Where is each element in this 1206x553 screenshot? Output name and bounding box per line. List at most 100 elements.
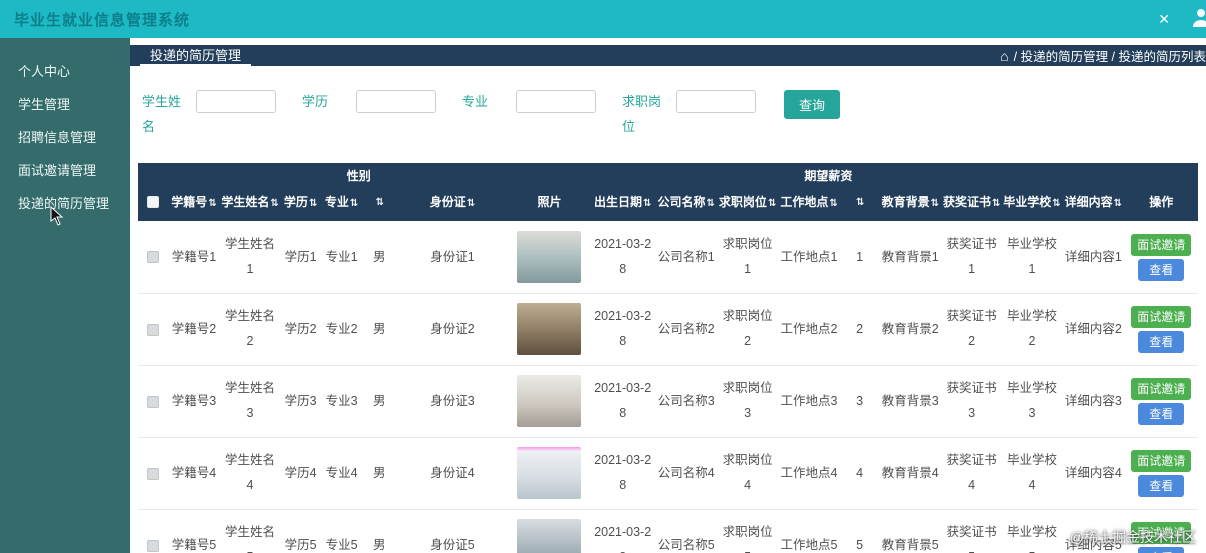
student-photo xyxy=(517,519,582,553)
student-photo xyxy=(517,447,582,500)
cell-education: 学历1 xyxy=(280,221,322,294)
table-header: 性别 期望薪资 学籍号⇅ 学生姓名⇅ 学历⇅ 专业⇅ ⇅ 身份证⇅ 照片 出生日… xyxy=(138,163,1198,222)
cell-gender: 男 xyxy=(362,509,397,553)
sort-icon: ⇅ xyxy=(375,197,384,209)
job-input[interactable] xyxy=(676,90,756,113)
row-checkbox[interactable] xyxy=(147,251,160,264)
view-button[interactable]: 查看 xyxy=(1138,402,1185,425)
col-group-gender: 性别 xyxy=(321,163,397,188)
col-salary-sort[interactable]: ⇅ xyxy=(840,187,880,222)
cell-award: 获奖证书4 xyxy=(941,437,1002,510)
view-button[interactable]: 查看 xyxy=(1138,258,1185,281)
sidebar-item-submitted-resumes[interactable]: 投递的简历管理 xyxy=(0,186,130,219)
cell-student-name: 学生姓名1 xyxy=(219,221,281,294)
major-input[interactable] xyxy=(516,90,596,113)
cell-education: 学历2 xyxy=(280,293,322,366)
col-school[interactable]: 毕业学校⇅ xyxy=(1001,187,1063,222)
table-row: 学籍号2 学生姓名2 学历2 专业2 男 身份证2 2021-03-28 公司名… xyxy=(138,293,1198,366)
cell-photo xyxy=(508,509,591,553)
col-student-name[interactable]: 学生姓名⇅ xyxy=(219,187,281,222)
table-row: 学籍号4 学生姓名4 学历4 专业4 男 身份证4 2021-03-28 公司名… xyxy=(138,437,1198,510)
cell-location: 工作地点5 xyxy=(777,509,841,553)
sidebar-item-personal-center[interactable]: 个人中心 xyxy=(0,54,130,87)
view-button[interactable]: 查看 xyxy=(1138,330,1185,353)
cell-location: 工作地点3 xyxy=(777,365,841,438)
cell-salary: 1 xyxy=(840,221,880,294)
row-checkbox[interactable] xyxy=(147,395,160,408)
row-checkbox[interactable] xyxy=(147,323,160,336)
close-icon[interactable]: ✕ xyxy=(1158,11,1170,28)
education-label: 学历 xyxy=(302,94,329,109)
col-birth-date[interactable]: 出生日期⇅ xyxy=(590,187,655,222)
sidebar-item-interview-invite[interactable]: 面试邀请管理 xyxy=(0,153,130,186)
cell-edu-bg: 教育背景3 xyxy=(879,365,942,438)
student-name-input[interactable] xyxy=(196,90,276,113)
invite-button[interactable]: 面试邀请 xyxy=(1131,449,1192,472)
invite-button[interactable]: 面试邀请 xyxy=(1131,305,1192,328)
sort-icon: ⇅ xyxy=(829,197,838,209)
main-layout: 个人中心 学生管理 招聘信息管理 面试邀请管理 投递的简历管理 投递的简历管理 … xyxy=(0,38,1206,553)
cell-salary: 3 xyxy=(840,365,880,438)
cell-student-no: 学籍号4 xyxy=(168,437,220,510)
cell-edu-bg: 教育背景2 xyxy=(879,293,942,366)
row-checkbox[interactable] xyxy=(147,539,160,552)
cell-photo xyxy=(508,365,591,438)
sort-icon: ⇅ xyxy=(208,197,217,209)
col-award[interactable]: 获奖证书⇅ xyxy=(941,187,1002,222)
cell-company: 公司名称1 xyxy=(655,221,718,294)
select-all-checkbox[interactable] xyxy=(147,196,160,209)
view-button[interactable]: 查看 xyxy=(1138,474,1185,497)
cell-company: 公司名称4 xyxy=(655,437,718,510)
sidebar-item-student-management[interactable]: 学生管理 xyxy=(0,87,130,120)
view-button[interactable]: 查看 xyxy=(1138,546,1185,553)
col-location[interactable]: 工作地点⇅ xyxy=(777,187,841,222)
col-id-card[interactable]: 身份证⇅ xyxy=(396,187,509,222)
invite-button[interactable]: 面试邀请 xyxy=(1131,377,1192,400)
col-education[interactable]: 学历⇅ xyxy=(280,187,322,222)
cell-actions: 面试邀请 查看 xyxy=(1124,293,1198,366)
col-gender-sort[interactable]: ⇅ xyxy=(362,187,397,222)
cell-id-card: 身份证1 xyxy=(396,221,509,294)
invite-button[interactable]: 面试邀请 xyxy=(1131,233,1192,256)
cell-company: 公司名称3 xyxy=(655,365,718,438)
col-edu-bg[interactable]: 教育背景⇅ xyxy=(879,187,942,222)
filter-bar: 学生姓名 学历 专业 求职岗位 查询 xyxy=(130,66,1206,163)
job-label: 求职岗位 xyxy=(622,94,662,134)
cell-major: 专业5 xyxy=(321,509,363,553)
cell-education: 学历5 xyxy=(280,509,322,553)
table-row: 学籍号5 学生姓名5 学历5 专业5 男 身份证5 2021-03-28 公司名… xyxy=(138,509,1198,553)
cell-education: 学历4 xyxy=(280,437,322,510)
cell-education: 学历3 xyxy=(280,365,322,438)
col-detail[interactable]: 详细内容⇅ xyxy=(1062,187,1125,222)
search-button[interactable]: 查询 xyxy=(784,90,841,119)
invite-button[interactable]: 面试邀请 xyxy=(1131,521,1192,544)
cell-company: 公司名称2 xyxy=(655,293,718,366)
student-photo xyxy=(517,375,582,428)
user-icon[interactable] xyxy=(1190,7,1206,32)
col-major[interactable]: 专业⇅ xyxy=(321,187,363,222)
col-student-no[interactable]: 学籍号⇅ xyxy=(168,187,220,222)
home-icon: ⌂ xyxy=(1000,47,1009,64)
cell-detail: 详细内容3 xyxy=(1062,365,1125,438)
cell-gender: 男 xyxy=(362,437,397,510)
cell-gender: 男 xyxy=(362,293,397,366)
cell-detail: 详细内容2 xyxy=(1062,293,1125,366)
row-checkbox[interactable] xyxy=(147,467,160,480)
cell-award: 获奖证书2 xyxy=(941,293,1002,366)
select-all-header[interactable] xyxy=(138,187,169,222)
sort-icon: ⇅ xyxy=(1052,197,1061,209)
cell-gender: 男 xyxy=(362,365,397,438)
sort-icon: ⇅ xyxy=(1113,197,1123,209)
cell-student-no: 学籍号1 xyxy=(168,221,220,294)
sort-icon: ⇅ xyxy=(308,197,318,209)
education-input[interactable] xyxy=(356,90,436,113)
sidebar-item-recruitment-info[interactable]: 招聘信息管理 xyxy=(0,120,130,153)
cell-job: 求职岗位3 xyxy=(717,365,778,438)
col-job[interactable]: 求职岗位⇅ xyxy=(717,187,778,222)
cell-job: 求职岗位2 xyxy=(717,293,778,366)
sort-icon: ⇅ xyxy=(349,197,359,209)
cell-edu-bg: 教育背景4 xyxy=(879,437,942,510)
tab-submitted-resumes[interactable]: 投递的简历管理 xyxy=(140,45,252,66)
cell-birth-date: 2021-03-28 xyxy=(590,437,655,510)
col-company[interactable]: 公司名称⇅ xyxy=(655,187,718,222)
